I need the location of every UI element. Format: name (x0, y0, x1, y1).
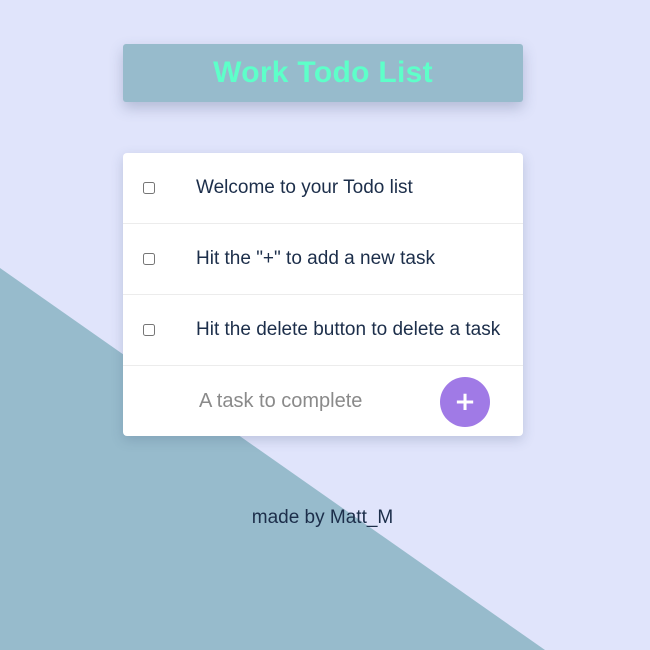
task-label: Hit the delete button to delete a task (196, 319, 501, 340)
task-checkbox[interactable] (143, 324, 155, 336)
task-row: Welcome to your Todo list (123, 153, 523, 224)
add-task-button[interactable]: + (440, 377, 490, 427)
footer-credit: made by Matt_M (251, 507, 394, 528)
task-label: Hit the "+" to add a new task (196, 248, 435, 269)
new-task-input[interactable] (195, 386, 423, 416)
task-row: Hit the "+" to add a new task (123, 224, 523, 295)
task-row: Hit the delete button to delete a task (123, 295, 523, 366)
todo-card: Welcome to your Todo list Hit the "+" to… (123, 153, 523, 436)
task-label: Welcome to your Todo list (196, 177, 413, 198)
page-title: Work Todo List (213, 56, 433, 89)
title-banner: Work Todo List (123, 44, 523, 102)
add-task-row: + (123, 366, 523, 436)
task-checkbox[interactable] (143, 182, 155, 194)
task-checkbox[interactable] (143, 253, 155, 265)
